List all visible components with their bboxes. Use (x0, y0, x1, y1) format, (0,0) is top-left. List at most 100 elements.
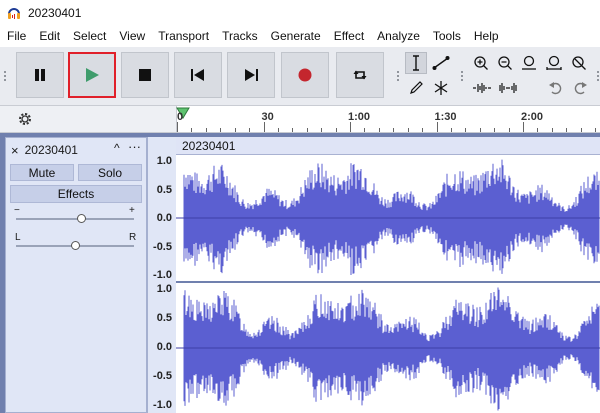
redo-icon (574, 82, 587, 95)
loop-button[interactable] (336, 52, 384, 98)
fit-selection-button[interactable] (518, 52, 540, 74)
toolbar (0, 47, 600, 106)
ruler-tick (234, 128, 236, 132)
zoom-toggle-button[interactable] (568, 52, 590, 74)
timeline-options-area (0, 106, 177, 132)
fit-project-button[interactable] (543, 52, 565, 74)
zoom-grip-handle[interactable] (460, 70, 464, 82)
draw-tool[interactable] (405, 77, 427, 99)
ruler-tick (537, 128, 539, 132)
menu-view[interactable]: View (112, 29, 151, 43)
multi-tool[interactable] (430, 77, 452, 99)
track-area: × 20230401 ^ ··· Mute Solo Effects − + L… (0, 133, 600, 413)
waveform-channel-left[interactable] (176, 155, 600, 281)
play-icon (86, 68, 99, 82)
audacity-logo-icon (8, 7, 20, 19)
scale-label: -1.0 (153, 269, 172, 281)
scale-label: -1.0 (153, 399, 172, 411)
scale-label: 0.0 (156, 341, 172, 353)
ruler-tick (350, 122, 351, 132)
close-track-icon[interactable]: × (11, 143, 19, 158)
gain-slider-track[interactable] (16, 218, 134, 220)
fit-selection-icon (522, 55, 536, 70)
ruler-tick (378, 128, 380, 132)
ruler-tick (292, 128, 294, 132)
menu-edit[interactable]: Edit (32, 29, 66, 43)
undo-button[interactable] (545, 77, 567, 99)
ruler-tick (595, 128, 597, 132)
scale-label: -0.5 (153, 240, 172, 253)
menu-generate[interactable]: Generate (264, 29, 327, 43)
menu-bar: File Edit Select View Transport Tracks Generat… (0, 26, 600, 46)
menu-file[interactable]: File (0, 29, 32, 43)
ruler-tick (205, 128, 207, 132)
envelope-tool[interactable] (430, 52, 452, 74)
track-name[interactable]: 20230401 (25, 143, 78, 157)
gear-icon[interactable] (17, 111, 33, 127)
menu-select[interactable]: Select (66, 29, 112, 43)
scale-label: 0.5 (156, 183, 172, 196)
pan-slider-knob[interactable] (71, 241, 80, 250)
zoom-in-button[interactable] (470, 52, 492, 74)
pencil-icon (410, 81, 423, 94)
collapse-track-icon[interactable]: ^ (114, 141, 120, 155)
menu-help[interactable]: Help (467, 29, 505, 43)
undo-icon (549, 82, 562, 95)
gain-slider-knob[interactable] (76, 214, 86, 223)
ruler-tick (321, 128, 323, 132)
ruler-tick (551, 128, 553, 132)
tools-grip-handle[interactable] (396, 70, 400, 82)
skip-to-start-button[interactable] (174, 52, 222, 98)
audio-clip[interactable]: 20230401 (176, 137, 600, 413)
menu-tracks[interactable]: Tracks (215, 29, 264, 43)
ruler-tick (523, 122, 524, 132)
gain-minus-label: − (14, 205, 20, 216)
ruler-tick (191, 128, 193, 132)
i-beam-cursor-icon (413, 55, 419, 71)
selection-tool[interactable] (405, 52, 427, 74)
clip-name[interactable]: 20230401 (182, 139, 235, 153)
amplitude-scale: 1.0 0.5 0.0 -0.5 -1.0 1.0 0.5 0.0 -0.5 -1.0 (147, 137, 176, 413)
track-control-panel: × 20230401 ^ ··· Mute Solo Effects − + L… (5, 137, 147, 413)
ruler-tick (479, 128, 481, 132)
track-menu-icon[interactable]: ··· (128, 139, 141, 154)
pan-right-label: R (129, 232, 137, 243)
effects-button[interactable]: Effects (10, 185, 142, 203)
skip-to-end-button[interactable] (227, 52, 275, 98)
record-button[interactable] (281, 52, 329, 98)
clip-header[interactable]: 20230401 (176, 137, 600, 155)
ruler-scale[interactable]: 0 30 1:00 1:30 2:00 (176, 106, 600, 132)
menu-transport[interactable]: Transport (151, 29, 215, 43)
stop-button[interactable] (121, 52, 169, 98)
ruler-tick (263, 122, 265, 132)
solo-button[interactable]: Solo (78, 164, 142, 181)
trim-audio-button[interactable] (470, 77, 494, 99)
redo-button[interactable] (569, 77, 591, 99)
ruler-tick (249, 128, 251, 132)
asterisk-icon (434, 81, 448, 95)
scale-label: 0.5 (156, 312, 172, 324)
play-button[interactable] (68, 52, 116, 98)
envelope-icon (432, 56, 450, 70)
menu-tools[interactable]: Tools (426, 29, 467, 43)
ruler-tick (277, 128, 279, 132)
menu-effect[interactable]: Effect (327, 29, 370, 43)
edit-grip-handle[interactable] (596, 70, 600, 82)
ruler-tick (177, 122, 178, 132)
loop-icon (353, 70, 367, 80)
ruler-tick (364, 128, 366, 132)
menu-analyze[interactable]: Analyze (370, 29, 426, 43)
skip-to-end-icon (245, 69, 258, 81)
pause-button[interactable] (16, 52, 64, 98)
timeline-ruler[interactable]: 0 30 1:00 1:30 2:00 (0, 106, 600, 133)
waveform-channel-right[interactable] (176, 283, 600, 413)
mute-button[interactable]: Mute (10, 164, 74, 181)
ruler-tick (494, 128, 496, 132)
silence-audio-button[interactable] (496, 77, 520, 99)
waveform-path (183, 159, 600, 275)
ruler-tick (407, 128, 409, 132)
toolbar-grip-handle[interactable] (3, 70, 7, 82)
zoom-out-button[interactable] (494, 52, 516, 74)
scale-label: 1.0 (156, 283, 172, 295)
pause-icon (35, 69, 45, 81)
